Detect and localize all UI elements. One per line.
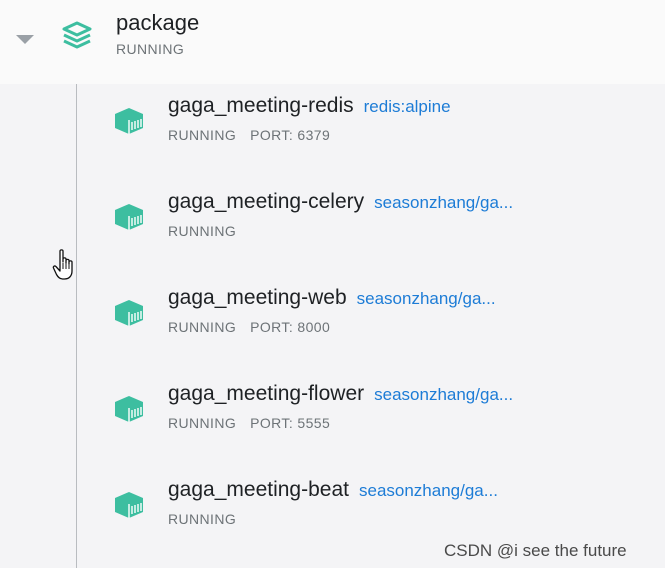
container-row-celery[interactable]: gaga_meeting-celery seasonzhang/ga... RUN…: [90, 180, 650, 260]
container-name-text: gaga_meeting-celery: [168, 190, 365, 213]
container-name: gaga_meeting-beat seasonzhang/ga...: [168, 477, 498, 504]
stack-icon: [62, 21, 92, 49]
container-icon: [115, 300, 143, 326]
container-meta: RUNNING PORT: 8000: [168, 319, 330, 335]
container-name: gaga_meeting-celery seasonzhang/ga...: [168, 189, 513, 216]
container-status: RUNNING: [168, 127, 237, 143]
container-name-text: gaga_meeting-redis: [168, 94, 354, 117]
container-image-link[interactable]: seasonzhang/ga...: [359, 481, 498, 500]
container-row-flower[interactable]: gaga_meeting-flower seasonzhang/ga... RUN…: [90, 372, 650, 452]
container-name: gaga_meeting-flower seasonzhang/ga...: [168, 381, 513, 408]
container-image-link[interactable]: redis:alpine: [364, 97, 451, 116]
container-status: RUNNING: [168, 223, 237, 239]
container-row-redis[interactable]: gaga_meeting-redis redis:alpine RUNNING PO…: [90, 84, 650, 164]
container-status: RUNNING: [168, 415, 237, 431]
container-icon: [115, 492, 143, 518]
container-status: RUNNING: [168, 511, 237, 527]
container-meta: RUNNING PORT: 6379: [168, 127, 330, 143]
group-title: package: [116, 10, 200, 35]
container-image-link[interactable]: seasonzhang/ga...: [374, 385, 513, 404]
container-row-beat[interactable]: gaga_meeting-beat seasonzhang/ga... RUNNI…: [90, 468, 650, 548]
container-meta: RUNNING: [168, 511, 236, 527]
hand-cursor-icon: [52, 249, 73, 280]
container-image-link[interactable]: seasonzhang/ga...: [374, 193, 513, 212]
container-status: RUNNING: [168, 319, 237, 335]
container-meta: RUNNING: [168, 223, 236, 239]
container-port: PORT: 8000: [250, 319, 331, 335]
container-port: PORT: 6379: [250, 127, 331, 143]
container-name: gaga_meeting-redis redis:alpine: [168, 93, 451, 120]
container-list: gaga_meeting-redis redis:alpine RUNNING PO…: [0, 84, 665, 568]
container-icon: [115, 204, 143, 230]
caret-down-icon[interactable]: [16, 35, 34, 44]
group-header[interactable]: package RUNNING: [0, 0, 665, 84]
container-image-link[interactable]: seasonzhang/ga...: [357, 289, 496, 308]
watermark: CSDN @i see the future: [444, 541, 627, 560]
container-port: PORT: 5555: [250, 415, 331, 431]
container-icon: [115, 108, 143, 134]
container-name-text: gaga_meeting-flower: [168, 382, 365, 405]
group-status: RUNNING: [116, 41, 185, 57]
container-name: gaga_meeting-web seasonzhang/ga...: [168, 285, 496, 312]
container-name-text: gaga_meeting-beat: [168, 478, 349, 501]
container-name-text: gaga_meeting-web: [168, 286, 347, 309]
container-meta: RUNNING PORT: 5555: [168, 415, 330, 431]
container-row-web[interactable]: gaga_meeting-web seasonzhang/ga... RUNNIN…: [90, 276, 650, 356]
container-icon: [115, 396, 143, 422]
